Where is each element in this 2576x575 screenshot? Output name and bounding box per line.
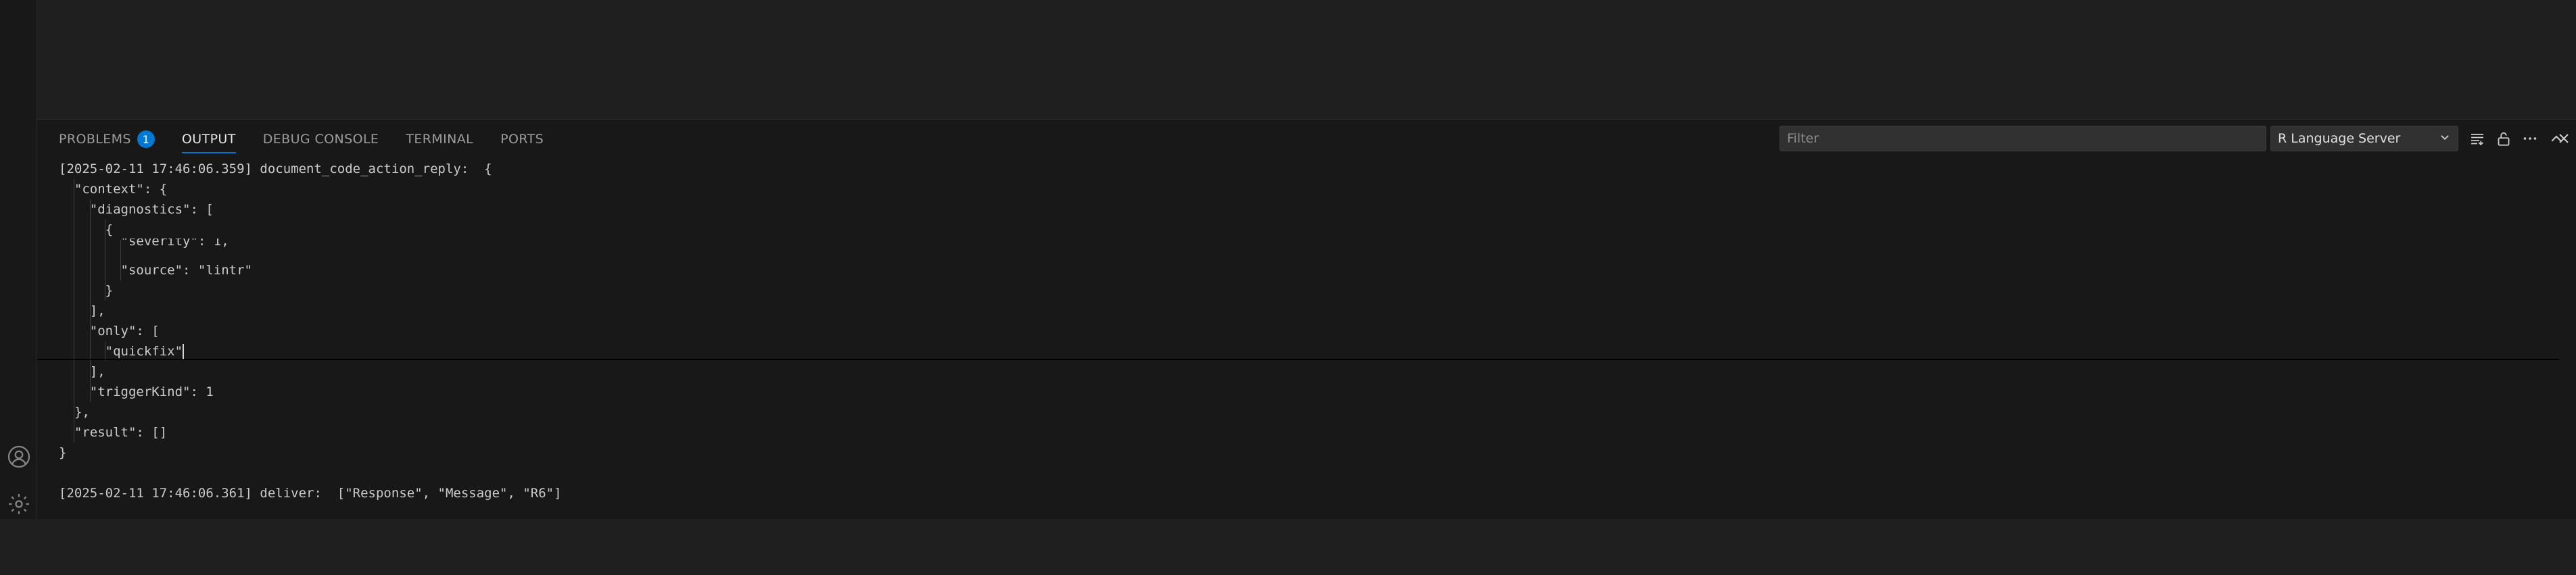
output-line-text: "quickfix" [59, 344, 183, 359]
bottom-panel: PROBLEMS 1 OUTPUT DEBUG CONSOLE TERMINAL… [37, 119, 2576, 519]
panel-header: PROBLEMS 1 OUTPUT DEBUG CONSOLE TERMINAL… [37, 120, 2576, 159]
sticky-scroll-shadow [37, 359, 2559, 360]
editor-area [37, 0, 2576, 119]
problems-count-badge: 1 [137, 130, 155, 148]
output-channel-label: R Language Server [2278, 131, 2401, 146]
output-line: ], [59, 364, 105, 379]
output-line: "context": { [59, 182, 168, 197]
tab-label: PORTS [500, 132, 544, 147]
tab-terminal[interactable]: TERMINAL [406, 120, 473, 159]
output-line: } [59, 445, 67, 460]
account-icon[interactable] [0, 438, 37, 475]
settings-gear-icon[interactable] [0, 485, 37, 522]
output-line: }, [59, 405, 90, 420]
output-line: } [59, 283, 114, 298]
output-channel-select[interactable]: R Language Server [2270, 126, 2458, 151]
panel-tabs: PROBLEMS 1 OUTPUT DEBUG CONSOLE TERMINAL… [59, 120, 571, 159]
tab-ports[interactable]: PORTS [500, 120, 544, 159]
tab-debug-console[interactable]: DEBUG CONSOLE [263, 120, 379, 159]
list-filter-icon[interactable] [2467, 128, 2487, 149]
output-line: ], [59, 303, 105, 318]
tab-label: OUTPUT [181, 132, 236, 147]
text-cursor [183, 343, 185, 360]
tab-label: PROBLEMS [59, 132, 131, 147]
output-view[interactable]: [2025-02-11 17:46:06.359] document_code_… [37, 159, 2576, 520]
chevron-down-icon [2439, 131, 2451, 147]
output-line: "triggerKind": 1 [59, 384, 214, 399]
output-line: [2025-02-11 17:46:06.359] document_code_… [59, 161, 492, 176]
output-line: { [59, 222, 114, 237]
output-line: "source": "lintr" [59, 263, 252, 278]
tab-label: DEBUG CONSOLE [262, 132, 379, 147]
output-line: "diagnostics": [ [59, 202, 214, 217]
output-line: "only": [ [59, 324, 160, 339]
filter-input[interactable] [1780, 126, 2266, 151]
output-line: [2025-02-11 17:46:06.361] deliver: ["Res… [59, 486, 562, 501]
tab-output[interactable]: OUTPUT [181, 120, 236, 159]
ellipsis-icon[interactable] [2520, 128, 2540, 149]
output-line: "severity": 1, [59, 239, 229, 248]
activity-bar [0, 0, 37, 519]
tab-label: TERMINAL [406, 132, 474, 147]
tab-problems[interactable]: PROBLEMS 1 [59, 120, 155, 159]
close-icon[interactable] [2554, 128, 2574, 149]
output-line: "result": [] [59, 425, 168, 440]
unlock-icon[interactable] [2494, 128, 2514, 149]
